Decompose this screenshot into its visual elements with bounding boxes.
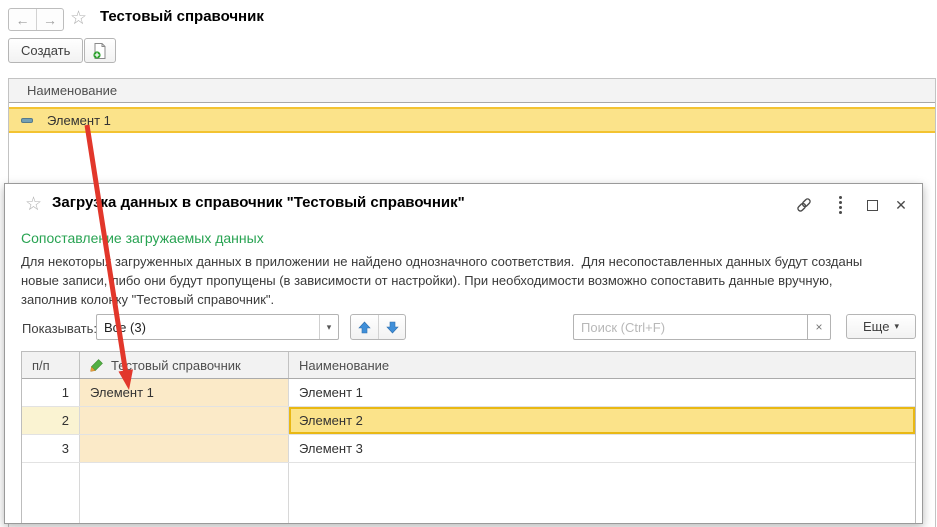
close-icon: ✕ bbox=[895, 197, 907, 214]
cell-num: 3 bbox=[22, 435, 80, 462]
favorite-star-icon[interactable]: ☆ bbox=[70, 9, 87, 28]
search-input[interactable] bbox=[573, 314, 807, 340]
cell-num: 1 bbox=[22, 379, 80, 406]
column-header-catalog-label: Тестовый справочник bbox=[111, 358, 241, 373]
nav-button-group: ← → bbox=[8, 8, 64, 31]
description-line: заполнив колонку "Тестовый справочник". bbox=[21, 290, 862, 309]
forward-button[interactable]: → bbox=[36, 9, 63, 30]
create-button[interactable]: Создать bbox=[8, 38, 83, 63]
forward-arrow-icon: → bbox=[43, 12, 57, 28]
section-heading: Сопоставление загружаемых данных bbox=[21, 230, 264, 246]
column-header-name[interactable]: Наименование bbox=[289, 352, 915, 378]
move-up-button[interactable] bbox=[351, 315, 378, 339]
cell-name: Элемент 1 bbox=[289, 379, 915, 406]
more-button-label: Еще bbox=[863, 319, 889, 334]
description-line: Для некоторых загруженных данных в прило… bbox=[21, 252, 862, 271]
document-add-icon bbox=[91, 42, 109, 60]
arrow-up-icon bbox=[358, 321, 371, 334]
cell-catalog[interactable] bbox=[80, 407, 289, 434]
more-button[interactable]: Еще ▾ bbox=[846, 314, 916, 339]
dropdown-button[interactable]: ▾ bbox=[319, 315, 338, 339]
move-down-button[interactable] bbox=[378, 315, 405, 339]
empty-cell bbox=[22, 463, 80, 523]
list-item-label: Элемент 1 bbox=[47, 113, 111, 128]
show-filter-dropdown[interactable]: Все (3) ▾ bbox=[96, 314, 339, 340]
chevron-down-icon: ▾ bbox=[327, 322, 332, 333]
dialog-title: Загрузка данных в справочник "Тестовый с… bbox=[52, 194, 465, 211]
cell-catalog[interactable]: Элемент 1 bbox=[80, 379, 289, 406]
kebab-dots-icon bbox=[839, 196, 842, 214]
table-header-row: п/п Тестовый справочник Наименование bbox=[22, 352, 915, 379]
edit-pencil-icon bbox=[90, 358, 104, 372]
get-link-button[interactable] bbox=[794, 196, 814, 214]
list-column-header[interactable]: Наименование bbox=[9, 79, 935, 103]
catalog-element-icon bbox=[21, 118, 33, 123]
cell-name: Элемент 3 bbox=[289, 435, 915, 462]
show-filter-value: Все (3) bbox=[97, 320, 319, 335]
cell-catalog[interactable] bbox=[80, 435, 289, 462]
arrow-down-icon bbox=[386, 321, 399, 334]
move-buttons-group bbox=[350, 314, 406, 340]
search-clear-button[interactable]: × bbox=[807, 314, 831, 340]
back-button[interactable]: ← bbox=[9, 9, 36, 30]
show-label: Показывать: bbox=[22, 321, 97, 336]
maximize-icon bbox=[867, 200, 878, 211]
close-button[interactable]: ✕ bbox=[891, 196, 911, 214]
table-empty-area bbox=[22, 463, 915, 523]
search-box: × bbox=[573, 314, 831, 340]
page-title: Тестовый справочник bbox=[100, 8, 264, 25]
new-item-icon-button[interactable] bbox=[84, 38, 116, 63]
table-row[interactable]: 1 Элемент 1 Элемент 1 bbox=[22, 379, 915, 407]
table-row-selected[interactable]: 2 Элемент 2 bbox=[22, 407, 915, 435]
maximize-button[interactable] bbox=[862, 196, 882, 214]
favorite-star-icon[interactable]: ☆ bbox=[25, 195, 42, 214]
column-header-catalog[interactable]: Тестовый справочник bbox=[80, 352, 289, 378]
empty-cell bbox=[80, 463, 289, 523]
column-header-num[interactable]: п/п bbox=[22, 352, 80, 378]
list-row-selected[interactable]: Элемент 1 bbox=[9, 107, 935, 133]
cell-num: 2 bbox=[22, 407, 80, 434]
link-icon bbox=[795, 196, 813, 214]
screen: ← → ☆ Тестовый справочник Создать Наимен… bbox=[0, 0, 937, 527]
description-line: новые записи, либо они будут пропущены (… bbox=[21, 271, 862, 290]
empty-cell bbox=[289, 463, 915, 523]
mapping-table: п/п Тестовый справочник Наименование 1 Э… bbox=[21, 351, 916, 523]
description-text: Для некоторых загруженных данных в прило… bbox=[21, 252, 862, 309]
cell-name-selected[interactable]: Элемент 2 bbox=[289, 407, 915, 434]
chevron-down-icon: ▾ bbox=[894, 321, 899, 332]
table-row[interactable]: 3 Элемент 3 bbox=[22, 435, 915, 463]
load-data-dialog: ☆ Загрузка данных в справочник "Тестовый… bbox=[4, 183, 923, 524]
back-arrow-icon: ← bbox=[16, 12, 30, 28]
more-menu-button[interactable] bbox=[830, 196, 850, 214]
clear-icon: × bbox=[815, 320, 822, 334]
